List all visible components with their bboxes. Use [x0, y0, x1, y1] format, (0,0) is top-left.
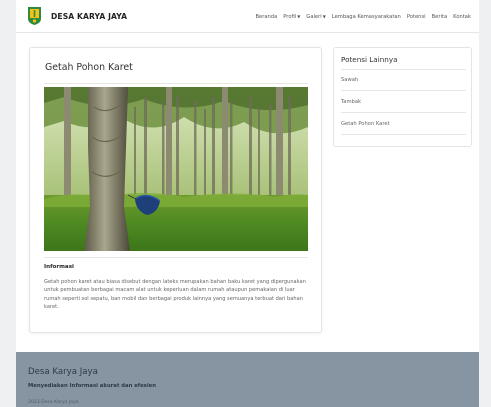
nav-item-galeri[interactable]: Galeri ▼: [306, 14, 325, 20]
nav-item-profil[interactable]: Profil ▼: [283, 14, 300, 20]
footer-subtitle: Menyediakan Informasi akurat dan efesien: [28, 383, 157, 389]
nav-label: Kontak: [453, 13, 471, 20]
potensi-detail-card: Getah Pohon Karet Informasi Getah pohon …: [29, 47, 322, 333]
footer-title: Desa Karya Jaya: [28, 367, 98, 377]
sidebar-item-getah-pohon-karet[interactable]: Getah Pohon Karet: [341, 114, 466, 135]
info-heading: Informasi: [44, 264, 74, 270]
sidebar-item-sawah[interactable]: Sawah: [341, 70, 466, 91]
info-text: Getah pohon karet atau biasa disebut den…: [44, 279, 306, 311]
nav-item-kontak[interactable]: Kontak: [453, 14, 471, 20]
footer: Desa Karya Jaya Menyediakan Informasi ak…: [16, 352, 479, 407]
nav-item-potensi[interactable]: Potensi: [407, 14, 426, 20]
brand-name: DESA KARYA JAYA: [51, 11, 128, 21]
sidebar-title: Potensi Lainnya: [341, 55, 398, 64]
brand[interactable]: DESA KARYA JAYA: [27, 6, 127, 26]
page: DESA KARYA JAYA Beranda Profil ▼ Galeri ▼ …: [0, 0, 491, 407]
nav-label: Lembaga Kemasyarakatan: [331, 13, 401, 20]
sidebar-item-tambak[interactable]: Tambak: [341, 92, 466, 113]
nav-label: Berita: [431, 13, 448, 20]
nav-label: Profil: [283, 13, 297, 20]
nav-item-berita[interactable]: Berita: [432, 14, 448, 20]
main-nav: Beranda Profil ▼ Galeri ▼ Lembaga Kemasyar…: [255, 0, 471, 33]
nav-label: Potensi: [406, 13, 426, 20]
nav-item-lembaga[interactable]: Lembaga Kemasyarakatan: [332, 14, 401, 20]
rubber-tree-photo: [44, 87, 308, 251]
divider: [44, 83, 308, 84]
nav-label: Galeri: [306, 13, 322, 20]
caret-down-icon: ▼: [322, 14, 326, 19]
divider: [44, 257, 308, 258]
page-margin-left: [0, 0, 16, 407]
caret-down-icon: ▼: [297, 14, 301, 19]
rubber-tree-plantation-image: [44, 87, 308, 251]
other-potentials-sidebar: Potensi Lainnya Sawah Tambak Getah Pohon…: [333, 47, 472, 147]
page-title: Getah Pohon Karet: [45, 62, 133, 73]
nav-label: Beranda: [255, 13, 278, 20]
navbar: DESA KARYA JAYA Beranda Profil ▼ Galeri ▼ …: [16, 0, 479, 33]
page-margin-right: [479, 0, 491, 407]
nav-item-beranda[interactable]: Beranda: [255, 14, 277, 20]
footer-copyright: 2023 Desa Karya Jaya: [28, 400, 79, 405]
village-logo-icon: [28, 7, 41, 25]
